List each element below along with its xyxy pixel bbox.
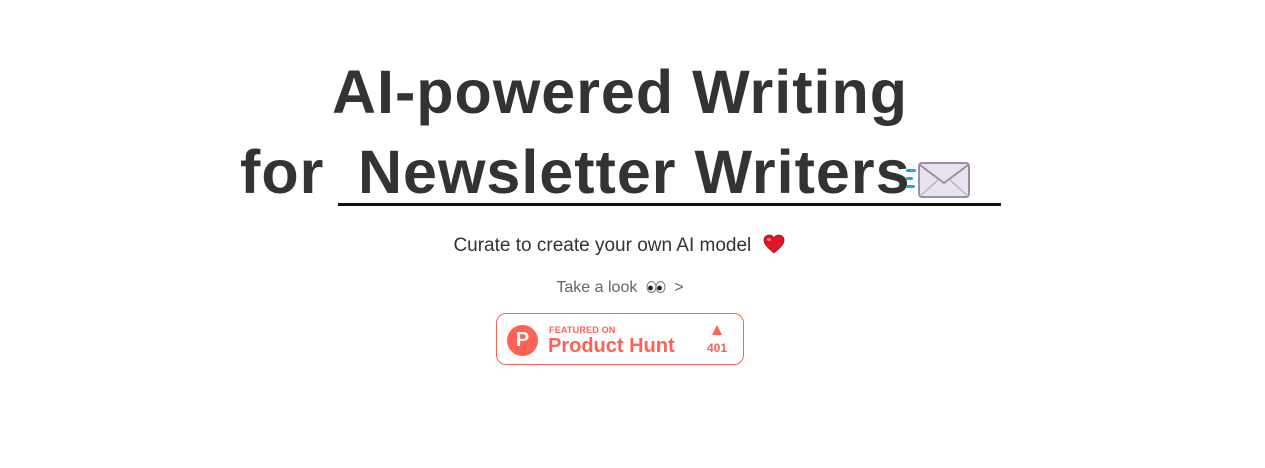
subtitle-text: Curate to create your own AI model [453, 235, 752, 256]
headline-line-1: AI-powered Writing [331, 58, 909, 126]
take-a-look-link[interactable]: Take a look > [0, 277, 1240, 299]
subtitle: Curate to create your own AI model [0, 234, 1238, 258]
heart-icon [763, 234, 784, 254]
hero-section: AI-powered Writing for Newsletter Writer… [0, 0, 1265, 468]
product-hunt-badge[interactable]: P FEATURED ON Product Hunt 401 [496, 313, 744, 365]
chevron-right-icon: > [674, 279, 684, 296]
product-hunt-name: Product Hunt [548, 335, 675, 357]
headline-line-2: for Newsletter Writers [240, 136, 1001, 208]
upvote-triangle-icon [712, 325, 722, 335]
take-a-look-text: Take a look [556, 279, 638, 296]
headline-prefix: for [240, 138, 325, 206]
product-hunt-logo: P [507, 325, 538, 356]
rotating-word: Newsletter Writers [358, 138, 911, 206]
eyes-icon [646, 281, 666, 293]
envelope-icon [906, 162, 970, 198]
upvote-count: 401 [706, 341, 728, 355]
rotating-word-box: Newsletter Writers [338, 136, 1001, 206]
product-hunt-logo-letter: P [515, 329, 530, 351]
